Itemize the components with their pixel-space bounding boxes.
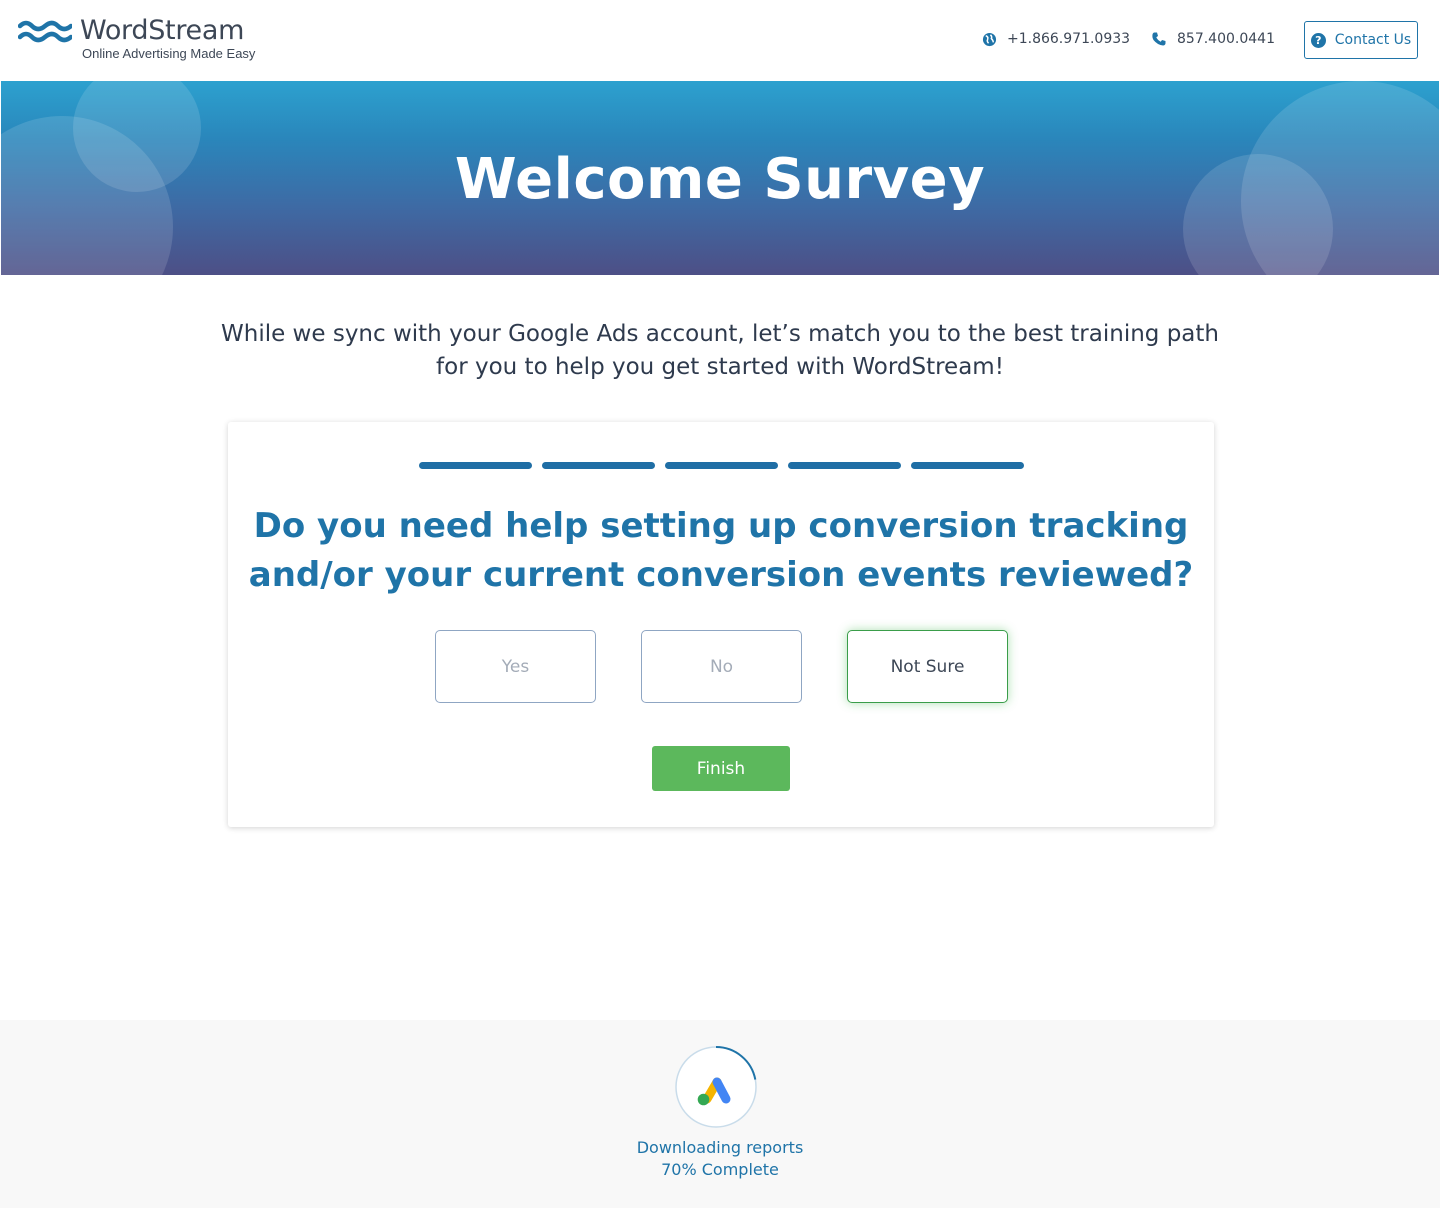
local-phone[interactable]: 857.400.0441 [1151, 31, 1275, 47]
sync-activity-text: Downloading reports [636, 1138, 804, 1157]
intro-line-2: for you to help you get started with Wor… [436, 354, 1004, 380]
finish-button[interactable]: Finish [652, 746, 790, 791]
progress-step-1 [419, 462, 532, 469]
intro-line-1: While we sync with your Google Ads accou… [221, 321, 1219, 347]
google-ads-progress-ring [675, 1046, 757, 1128]
contact-us-button[interactable]: ? Contact Us [1304, 21, 1418, 59]
option-not-sure-button[interactable]: Not Sure [847, 630, 1008, 703]
page-title: Welcome Survey [454, 147, 986, 212]
contact-us-label: Contact Us [1334, 32, 1412, 48]
help-icon: ? [1310, 32, 1326, 48]
question-line-2: and/or your current conversion events re… [248, 555, 1194, 595]
intro-text: While we sync with your Google Ads accou… [220, 318, 1220, 384]
progress-step-2 [542, 462, 655, 469]
option-yes-button[interactable]: Yes [435, 630, 596, 703]
brand-name: WordStream [80, 15, 245, 46]
question-line-1: Do you need help setting up conversion t… [253, 506, 1189, 546]
option-no-button[interactable]: No [641, 630, 802, 703]
survey-card: Do you need help setting up conversion t… [228, 422, 1214, 827]
wordstream-logo[interactable]: WordStream Online Advertising Made Easy [18, 16, 255, 62]
answer-options: Yes No Not Sure [435, 630, 1008, 703]
progress-step-3 [665, 462, 778, 469]
sync-progress-text: 70% Complete [661, 1160, 779, 1179]
survey-progress [419, 462, 1024, 469]
hero-banner: Welcome Survey [1, 81, 1439, 275]
international-phone[interactable]: +1.866.971.0933 [982, 31, 1130, 47]
progress-step-5 [911, 462, 1024, 469]
local-phone-number: 857.400.0441 [1177, 31, 1275, 47]
sync-status-panel: Downloading reports 70% Complete [0, 1020, 1440, 1208]
wave-logo-icon [18, 20, 72, 43]
phone-icon [1152, 32, 1166, 46]
brand-tagline: Online Advertising Made Easy [82, 46, 256, 61]
international-phone-number: +1.866.971.0933 [1007, 31, 1131, 47]
globe-icon [982, 32, 997, 46]
top-header: WordStream Online Advertising Made Easy … [0, 0, 1440, 81]
survey-question: Do you need help setting up conversion t… [228, 502, 1214, 600]
progress-step-4 [788, 462, 901, 469]
